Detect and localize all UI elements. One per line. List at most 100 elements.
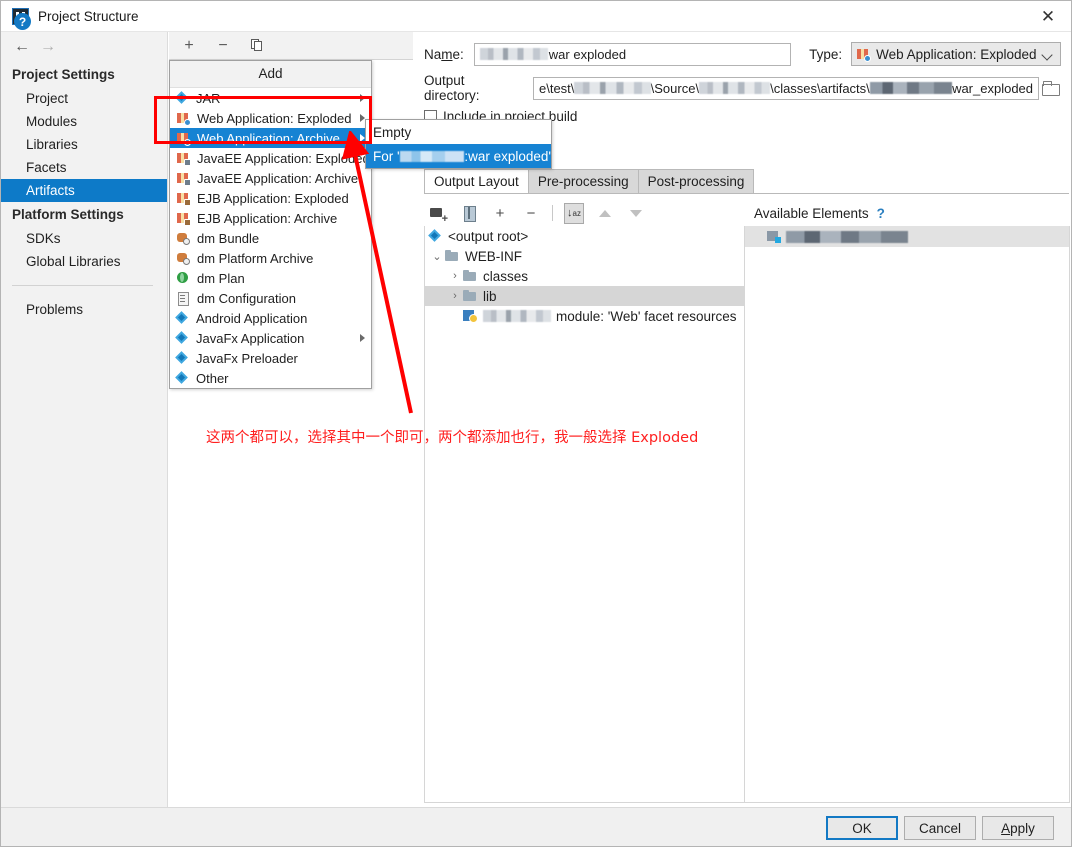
artifact-type-select[interactable]: Web Application: Exploded xyxy=(851,42,1061,66)
menu-item-javaee-application-exploded[interactable]: JavaEE Application: Exploded xyxy=(170,148,371,168)
menu-item-android-application[interactable]: Android Application xyxy=(170,308,371,328)
folder-icon xyxy=(463,290,477,302)
help-icon[interactable]: ? xyxy=(877,206,885,221)
apply-label-rest: pply xyxy=(1010,820,1035,836)
apply-mnemonic: A xyxy=(1001,820,1011,836)
sidebar-item-facets[interactable]: Facets xyxy=(1,156,167,179)
submenu-item-suffix: :war exploded' xyxy=(464,148,551,164)
chevron-right-icon[interactable]: › xyxy=(447,270,463,282)
menu-item-dm-platform-archive[interactable]: dm Platform Archive xyxy=(170,248,371,268)
apply-button[interactable]: Apply xyxy=(982,816,1054,840)
ok-button[interactable]: OK xyxy=(826,816,898,840)
javaee-application-icon xyxy=(176,171,191,186)
other-icon xyxy=(176,372,189,385)
close-icon[interactable]: ✕ xyxy=(1025,1,1071,32)
back-icon[interactable]: ← xyxy=(9,36,35,58)
menu-item-label: dm Configuration xyxy=(197,290,296,306)
menu-item-ejb-application-exploded[interactable]: EJB Application: Exploded xyxy=(170,188,371,208)
tree-row-lib[interactable]: › lib xyxy=(425,286,745,306)
output-directory-row: Output directory: e\test\ \Source\ \classe… xyxy=(414,71,1071,105)
sidebar-item-artifacts[interactable]: Artifacts xyxy=(1,179,167,202)
menu-item-label: Other xyxy=(196,370,229,386)
output-directory-label: Output directory: xyxy=(424,73,480,103)
sidebar-item-sdks[interactable]: SDKs xyxy=(1,227,167,250)
web-application-icon xyxy=(176,131,191,146)
title-bar: Project Structure ✕ xyxy=(1,1,1071,32)
create-archive-button[interactable] xyxy=(459,203,479,223)
menu-item-label: JavaFx Application xyxy=(196,330,305,346)
artifact-name-input[interactable]: war exploded xyxy=(473,42,792,66)
chevron-right-icon[interactable]: › xyxy=(447,290,463,302)
sidebar-group-platform-settings: Platform Settings xyxy=(12,207,124,222)
available-elements-list[interactable] xyxy=(744,226,1070,803)
add-directory-button[interactable] xyxy=(428,203,448,225)
menu-item-dm-configuration[interactable]: dm Configuration xyxy=(170,288,371,308)
sidebar-item-project[interactable]: Project xyxy=(1,87,167,110)
javafx-preloader-icon xyxy=(176,352,189,365)
dm-configuration-icon xyxy=(176,291,190,306)
sidebar-item-libraries[interactable]: Libraries xyxy=(1,133,167,156)
sort-button[interactable]: ↓ a z xyxy=(564,202,584,224)
menu-item-javafx-application[interactable]: JavaFx Application xyxy=(170,328,371,348)
submenu-item-prefix: For ' xyxy=(373,148,400,164)
output-directory-input[interactable]: e\test\ \Source\ \classes\artifacts\ war_ex… xyxy=(533,76,1039,100)
ejb-application-icon xyxy=(176,191,191,206)
menu-item-web-application-archive[interactable]: Web Application: Archive xyxy=(170,128,371,148)
forward-icon[interactable]: → xyxy=(35,36,61,58)
move-down-button[interactable] xyxy=(626,203,646,223)
copy-icon xyxy=(250,39,264,52)
ejb-application-icon xyxy=(176,211,191,226)
output-layout-tree[interactable]: <output root> ⌄ WEB-INF › classes › lib … xyxy=(424,226,746,803)
sidebar-group-project-settings: Project Settings xyxy=(12,67,115,82)
menu-item-jar[interactable]: JAR xyxy=(170,88,371,108)
output-layout-toolbar: + − ↓az xyxy=(424,200,744,226)
tree-row-label: classes xyxy=(483,268,529,284)
tree-row-module-facet-resources[interactable]: module: 'Web' facet resources xyxy=(425,306,745,326)
add-artifact-menu: Add JAR Web Application: Exploded Web Ap… xyxy=(169,60,372,389)
menu-item-dm-bundle[interactable]: dm Bundle xyxy=(170,228,371,248)
sidebar-item-modules[interactable]: Modules xyxy=(1,110,167,133)
menu-item-label: JavaEE Application: Archive xyxy=(197,170,359,186)
tree-row-label: lib xyxy=(483,288,497,304)
add-artifact-button[interactable]: + xyxy=(179,36,199,56)
settings-sidebar: ← → Project Settings Project Modules Lib… xyxy=(1,32,168,807)
web-application-icon xyxy=(176,111,191,126)
tab-output-layout[interactable]: Output Layout xyxy=(424,169,529,193)
browse-folder-icon[interactable] xyxy=(1042,80,1061,96)
copy-artifact-button[interactable] xyxy=(247,36,267,56)
redacted-path-1 xyxy=(574,82,651,94)
window-title: Project Structure xyxy=(38,8,139,24)
tree-row-output-root[interactable]: <output root> xyxy=(425,226,745,246)
remove-artifact-button[interactable]: − xyxy=(213,36,233,56)
tab-post-processing[interactable]: Post-processing xyxy=(637,169,755,193)
help-icon[interactable]: ? xyxy=(14,13,31,30)
menu-item-other[interactable]: Other xyxy=(170,368,371,388)
annotation-text: 这两个都可以，选择其中一个即可，两个都添加也行，我一般选择 Exploded xyxy=(206,430,699,446)
tree-row-classes[interactable]: › classes xyxy=(425,266,745,286)
menu-item-ejb-application-archive[interactable]: EJB Application: Archive xyxy=(170,208,371,228)
menu-item-javafx-preloader[interactable]: JavaFx Preloader xyxy=(170,348,371,368)
name-label: Name: xyxy=(424,46,464,62)
menu-item-javaee-application-archive[interactable]: JavaEE Application: Archive xyxy=(170,168,371,188)
available-element-row[interactable] xyxy=(745,226,1069,247)
sidebar-item-global-libraries[interactable]: Global Libraries xyxy=(1,250,167,273)
tree-row-web-inf[interactable]: ⌄ WEB-INF xyxy=(425,246,745,266)
tab-pre-processing[interactable]: Pre-processing xyxy=(527,169,639,193)
add-element-button[interactable]: + xyxy=(490,203,510,223)
submenu-item-for-module[interactable]: For ' :war exploded' xyxy=(366,144,551,168)
menu-item-dm-plan[interactable]: dm Plan xyxy=(170,268,371,288)
menu-item-label: Web Application: Exploded xyxy=(197,110,352,126)
cancel-button[interactable]: Cancel xyxy=(904,816,976,840)
chevron-down-icon[interactable]: ⌄ xyxy=(429,250,445,263)
sidebar-item-problems[interactable]: Problems xyxy=(1,298,167,321)
android-application-icon xyxy=(176,312,189,325)
menu-item-web-application-exploded[interactable]: Web Application: Exploded xyxy=(170,108,371,128)
tabs-underline xyxy=(424,193,1069,194)
output-dir-mid2: \classes\artifacts\ xyxy=(770,80,870,96)
redacted-path-3 xyxy=(869,82,953,94)
folder-icon xyxy=(445,250,459,262)
submenu-item-empty[interactable]: Empty xyxy=(366,120,551,144)
move-up-button[interactable] xyxy=(595,203,615,223)
redacted-module-name xyxy=(483,310,551,322)
remove-element-button[interactable]: − xyxy=(521,203,541,223)
